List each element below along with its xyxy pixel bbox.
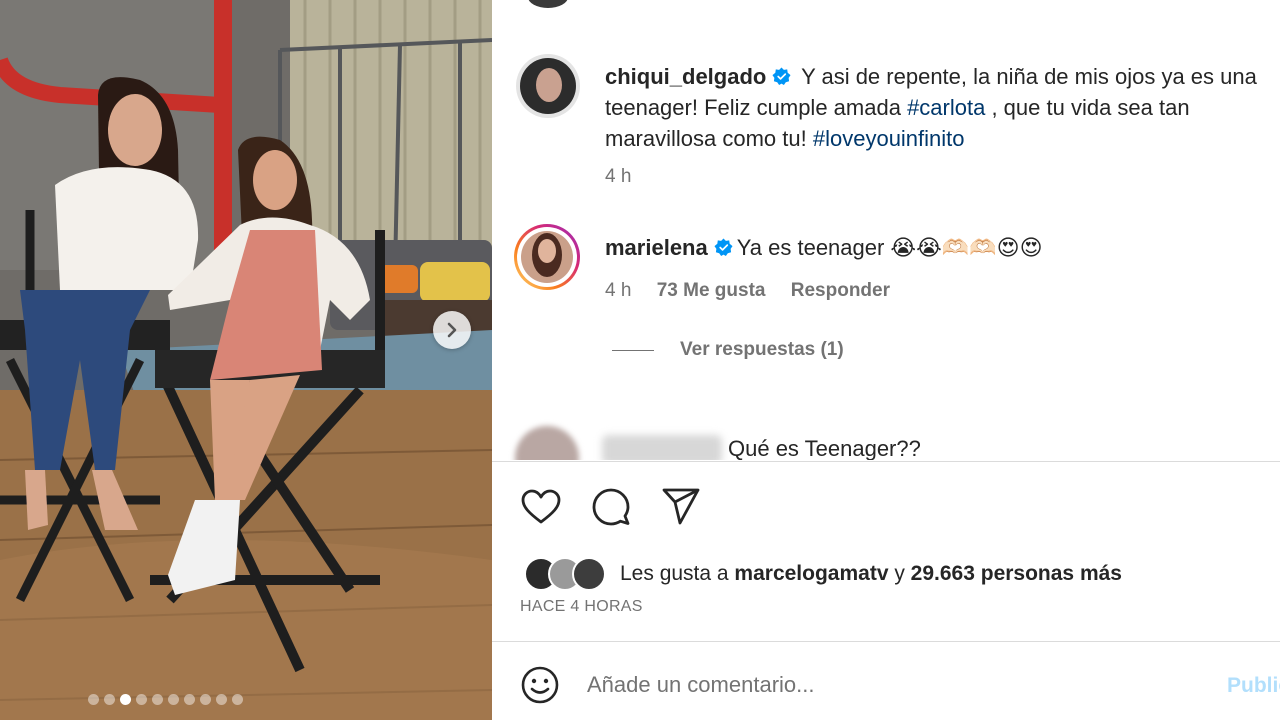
caption-username[interactable]: chiqui_delgado: [605, 64, 766, 89]
header-avatar[interactable]: [528, 0, 568, 8]
comment-time[interactable]: 4 h: [605, 280, 631, 301]
carousel-dot: [88, 694, 99, 705]
add-comment-bar: Añade un comentario...: [520, 665, 814, 705]
comment-avatar[interactable]: [515, 426, 579, 460]
comment-icon: [592, 488, 630, 526]
carousel-dot: [104, 694, 115, 705]
carousel-dot: [232, 694, 243, 705]
comment-text: marielena Ya es teenager 😭😭🫶🏻🫶🏻😍😍: [605, 232, 1265, 263]
caption-meta: 4 h: [605, 166, 651, 188]
carousel-dot: [136, 694, 147, 705]
comment-meta: 4 h 73 Me gusta Responder: [605, 280, 910, 302]
carousel-dot: [216, 694, 227, 705]
liker-avatar[interactable]: [572, 557, 606, 591]
caption-time[interactable]: 4 h: [605, 166, 631, 187]
publish-button[interactable]: Publicar: [1227, 674, 1280, 698]
carousel-dot: [184, 694, 195, 705]
comment-input[interactable]: Añade un comentario...: [587, 672, 814, 698]
post-sidebar: chiqui_delgado Y asi de repente, la niña…: [492, 0, 1280, 720]
comments-list: chiqui_delgado Y asi de repente, la niña…: [492, 30, 1280, 460]
verified-badge-icon: [772, 67, 791, 86]
comment-avatar[interactable]: [514, 224, 580, 290]
carousel-next-button[interactable]: [433, 311, 471, 349]
likes-text: Les gusta a marcelogamatv y 29.663 perso…: [620, 562, 1122, 586]
likes-count-link[interactable]: 29.663 personas más: [911, 562, 1122, 585]
post-photo[interactable]: [0, 0, 492, 720]
likes-middle: y: [888, 562, 911, 585]
reply-button[interactable]: Responder: [791, 280, 890, 301]
post-image: [0, 0, 492, 720]
likes-prefix: Les gusta a: [620, 562, 735, 585]
carousel-dot: [120, 694, 131, 705]
divider: [492, 641, 1280, 642]
likes-user-link[interactable]: marcelogamatv: [734, 562, 888, 585]
post-timestamp[interactable]: HACE 4 HORAS: [520, 598, 643, 616]
replies-divider: [612, 349, 654, 351]
view-replies-label: Ver respuestas (1): [680, 339, 844, 360]
carousel-dot: [200, 694, 211, 705]
hashtag-link[interactable]: #loveyouinfinito: [813, 126, 965, 151]
carousel-dot: [168, 694, 179, 705]
hashtag-link[interactable]: #carlota: [907, 95, 985, 120]
comment-text: Qué es Teenager??: [728, 433, 921, 460]
carousel-dot: [152, 694, 163, 705]
comment-username-blurred: [602, 435, 722, 460]
share-icon: [662, 488, 700, 525]
divider: [492, 461, 1280, 462]
comment-body: Ya es teenager 😭😭🫶🏻🫶🏻😍😍: [736, 235, 1043, 260]
comment-username[interactable]: marielena: [605, 235, 708, 260]
post-actions: [520, 486, 702, 528]
comment-body: Qué es Teenager??: [728, 436, 921, 460]
comment-likes-count[interactable]: 73 Me gusta: [657, 280, 766, 301]
emoji-icon[interactable]: [520, 665, 560, 705]
likes-summary: Les gusta a marcelogamatv y 29.663 perso…: [524, 557, 1122, 591]
verified-badge-icon: [714, 238, 733, 257]
share-button[interactable]: [660, 486, 702, 528]
comment-button[interactable]: [590, 486, 632, 528]
chevron-right-icon: [447, 322, 457, 338]
caption-text: chiqui_delgado Y asi de repente, la niña…: [605, 61, 1280, 154]
heart-icon: [521, 489, 561, 524]
carousel-indicator: [88, 694, 243, 705]
caption-avatar[interactable]: [516, 54, 580, 118]
view-replies-button[interactable]: Ver respuestas (1): [612, 339, 844, 361]
like-button[interactable]: [520, 486, 562, 528]
